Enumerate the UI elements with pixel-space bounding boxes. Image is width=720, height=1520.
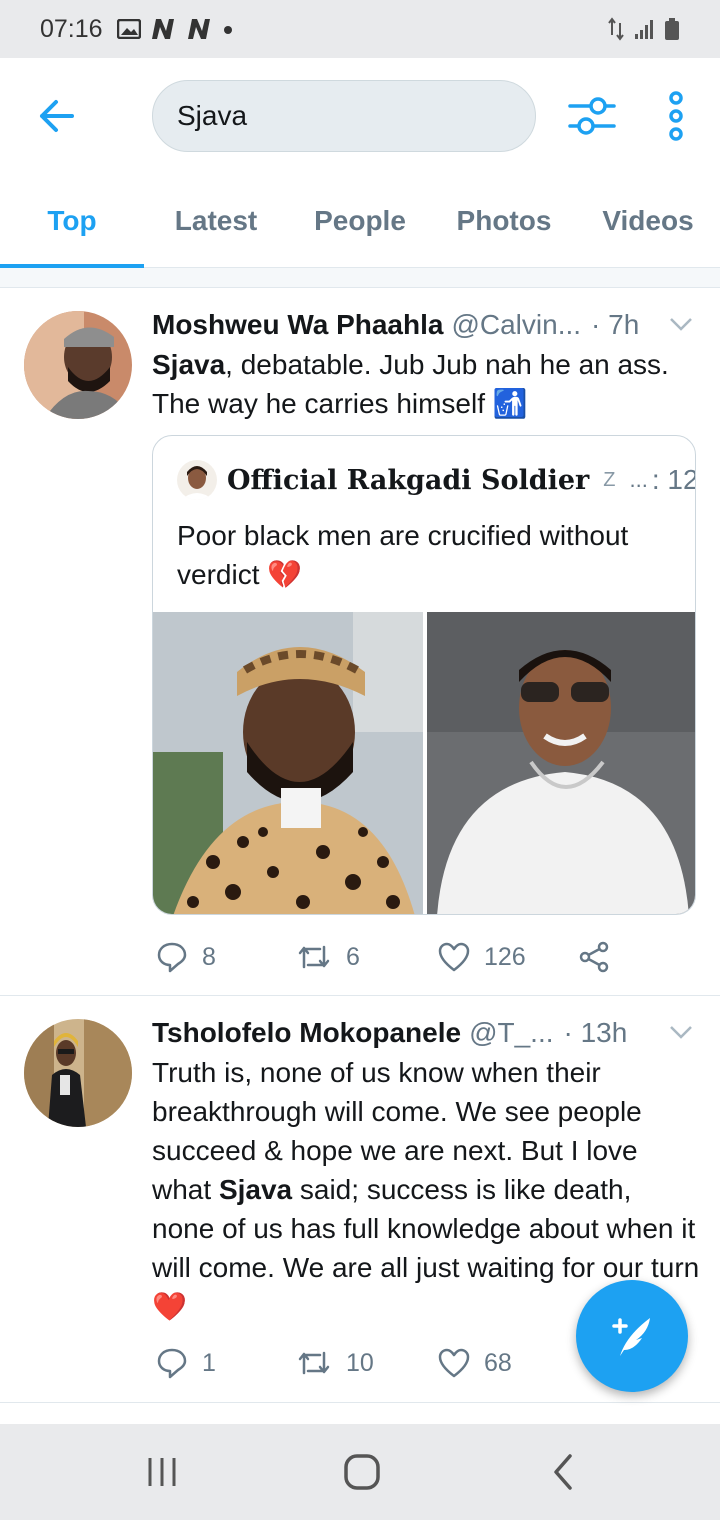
retweet-icon[interactable]	[296, 941, 332, 973]
retweet-icon[interactable]	[296, 1347, 332, 1379]
tweet-time: · 7h	[591, 309, 640, 340]
avatar[interactable]	[24, 311, 132, 419]
quoted-author-badge: Z	[603, 468, 616, 491]
author-handle[interactable]: @Calvin...	[451, 309, 581, 341]
compose-tweet-icon	[612, 1318, 650, 1356]
search-query-text: Sjava	[177, 100, 248, 131]
compose-tweet-button[interactable]	[576, 1280, 688, 1392]
avatar[interactable]	[24, 1019, 132, 1127]
reply-action[interactable]: 1	[156, 1347, 216, 1379]
recents-icon[interactable]	[140, 1450, 184, 1494]
battery-icon	[665, 18, 679, 40]
back-icon[interactable]	[542, 1450, 586, 1494]
status-time: 07:16	[40, 14, 103, 43]
heart-icon[interactable]	[438, 942, 470, 972]
search-input[interactable]: Sjava	[152, 80, 536, 152]
quoted-author-handle: ...	[629, 467, 648, 492]
like-action[interactable]: 68	[438, 1348, 512, 1378]
highlight-term: Sjava	[218, 1174, 293, 1205]
signal-icon	[635, 20, 653, 39]
search-tabs: Top Latest People Photos Videos	[0, 174, 720, 269]
tweet[interactable]: Moshweu Wa Phaahla @Calvin... · 7h Sjava…	[0, 289, 720, 996]
highlight-term: Sjava	[152, 349, 226, 380]
reply-icon[interactable]	[156, 941, 188, 973]
tab-photos[interactable]: Photos	[432, 174, 576, 268]
back-arrow-icon[interactable]	[34, 94, 78, 138]
quoted-tweet-header: Official Rakgadi Soldier Z ... : 12h	[177, 460, 695, 500]
like-count: 68	[484, 1348, 512, 1377]
home-icon[interactable]	[340, 1450, 384, 1494]
retweet-count: 6	[346, 942, 360, 971]
tweet-text: Sjava, debatable. Jub Jub nah he an ass.…	[152, 345, 700, 423]
share-action[interactable]	[578, 941, 610, 973]
heart-icon[interactable]	[438, 1348, 470, 1378]
tweet-header: Moshweu Wa Phaahla @Calvin... · 7h	[152, 307, 696, 343]
reply-count: 1	[202, 1348, 216, 1377]
n-app-icon	[151, 19, 174, 39]
like-action[interactable]: 126	[438, 942, 526, 972]
quoted-tweet-time: : 12h	[651, 464, 695, 495]
like-count: 126	[484, 942, 526, 971]
data-arrows-icon	[608, 17, 624, 41]
quoted-tweet-text: Poor black men are crucified without ver…	[177, 520, 629, 590]
dot-icon	[223, 26, 232, 34]
chevron-down-icon[interactable]	[666, 1017, 696, 1047]
feed-separator	[0, 268, 720, 288]
photo-left[interactable]	[153, 612, 423, 914]
chevron-down-icon[interactable]	[666, 309, 696, 339]
avatar	[177, 460, 217, 500]
tab-top[interactable]: Top	[0, 174, 144, 269]
system-nav-bar	[0, 1424, 720, 1520]
status-bar: 07:16	[0, 0, 720, 58]
tweet-header: Tsholofelo Mokopanele @T_... · 13h	[152, 1015, 696, 1051]
reply-count: 8	[202, 942, 216, 971]
reply-icon[interactable]	[156, 1347, 188, 1379]
tweet-time: · 13h	[563, 1017, 628, 1048]
reply-action[interactable]: 8	[156, 941, 216, 973]
quoted-tweet[interactable]: Official Rakgadi Soldier Z ... : 12h Poo…	[152, 435, 696, 915]
filter-sliders-icon[interactable]	[566, 92, 618, 140]
retweet-action[interactable]: 10	[296, 1347, 374, 1379]
more-vertical-icon[interactable]	[660, 90, 692, 142]
share-icon[interactable]	[578, 941, 610, 973]
search-header: Sjava	[0, 58, 720, 174]
photo-right[interactable]	[427, 612, 695, 914]
tab-latest[interactable]: Latest	[144, 174, 288, 268]
quoted-author-name: Official Rakgadi Soldier	[227, 464, 590, 496]
tweet-actions: 8 6 126	[152, 937, 652, 977]
author-name[interactable]: Moshweu Wa Phaahla	[152, 309, 443, 341]
retweet-action[interactable]: 6	[296, 941, 360, 973]
tweet-text-rest: , debatable. Jub Jub nah he an ass. The …	[152, 349, 669, 419]
gallery-icon	[116, 19, 141, 39]
tab-videos[interactable]: Videos	[576, 174, 720, 268]
quoted-photos	[153, 612, 695, 914]
retweet-count: 10	[346, 1348, 374, 1377]
n-app-icon	[187, 19, 210, 39]
author-name[interactable]: Tsholofelo Mokopanele	[152, 1017, 461, 1049]
author-handle[interactable]: @T_...	[469, 1017, 553, 1049]
tab-people[interactable]: People	[288, 174, 432, 268]
